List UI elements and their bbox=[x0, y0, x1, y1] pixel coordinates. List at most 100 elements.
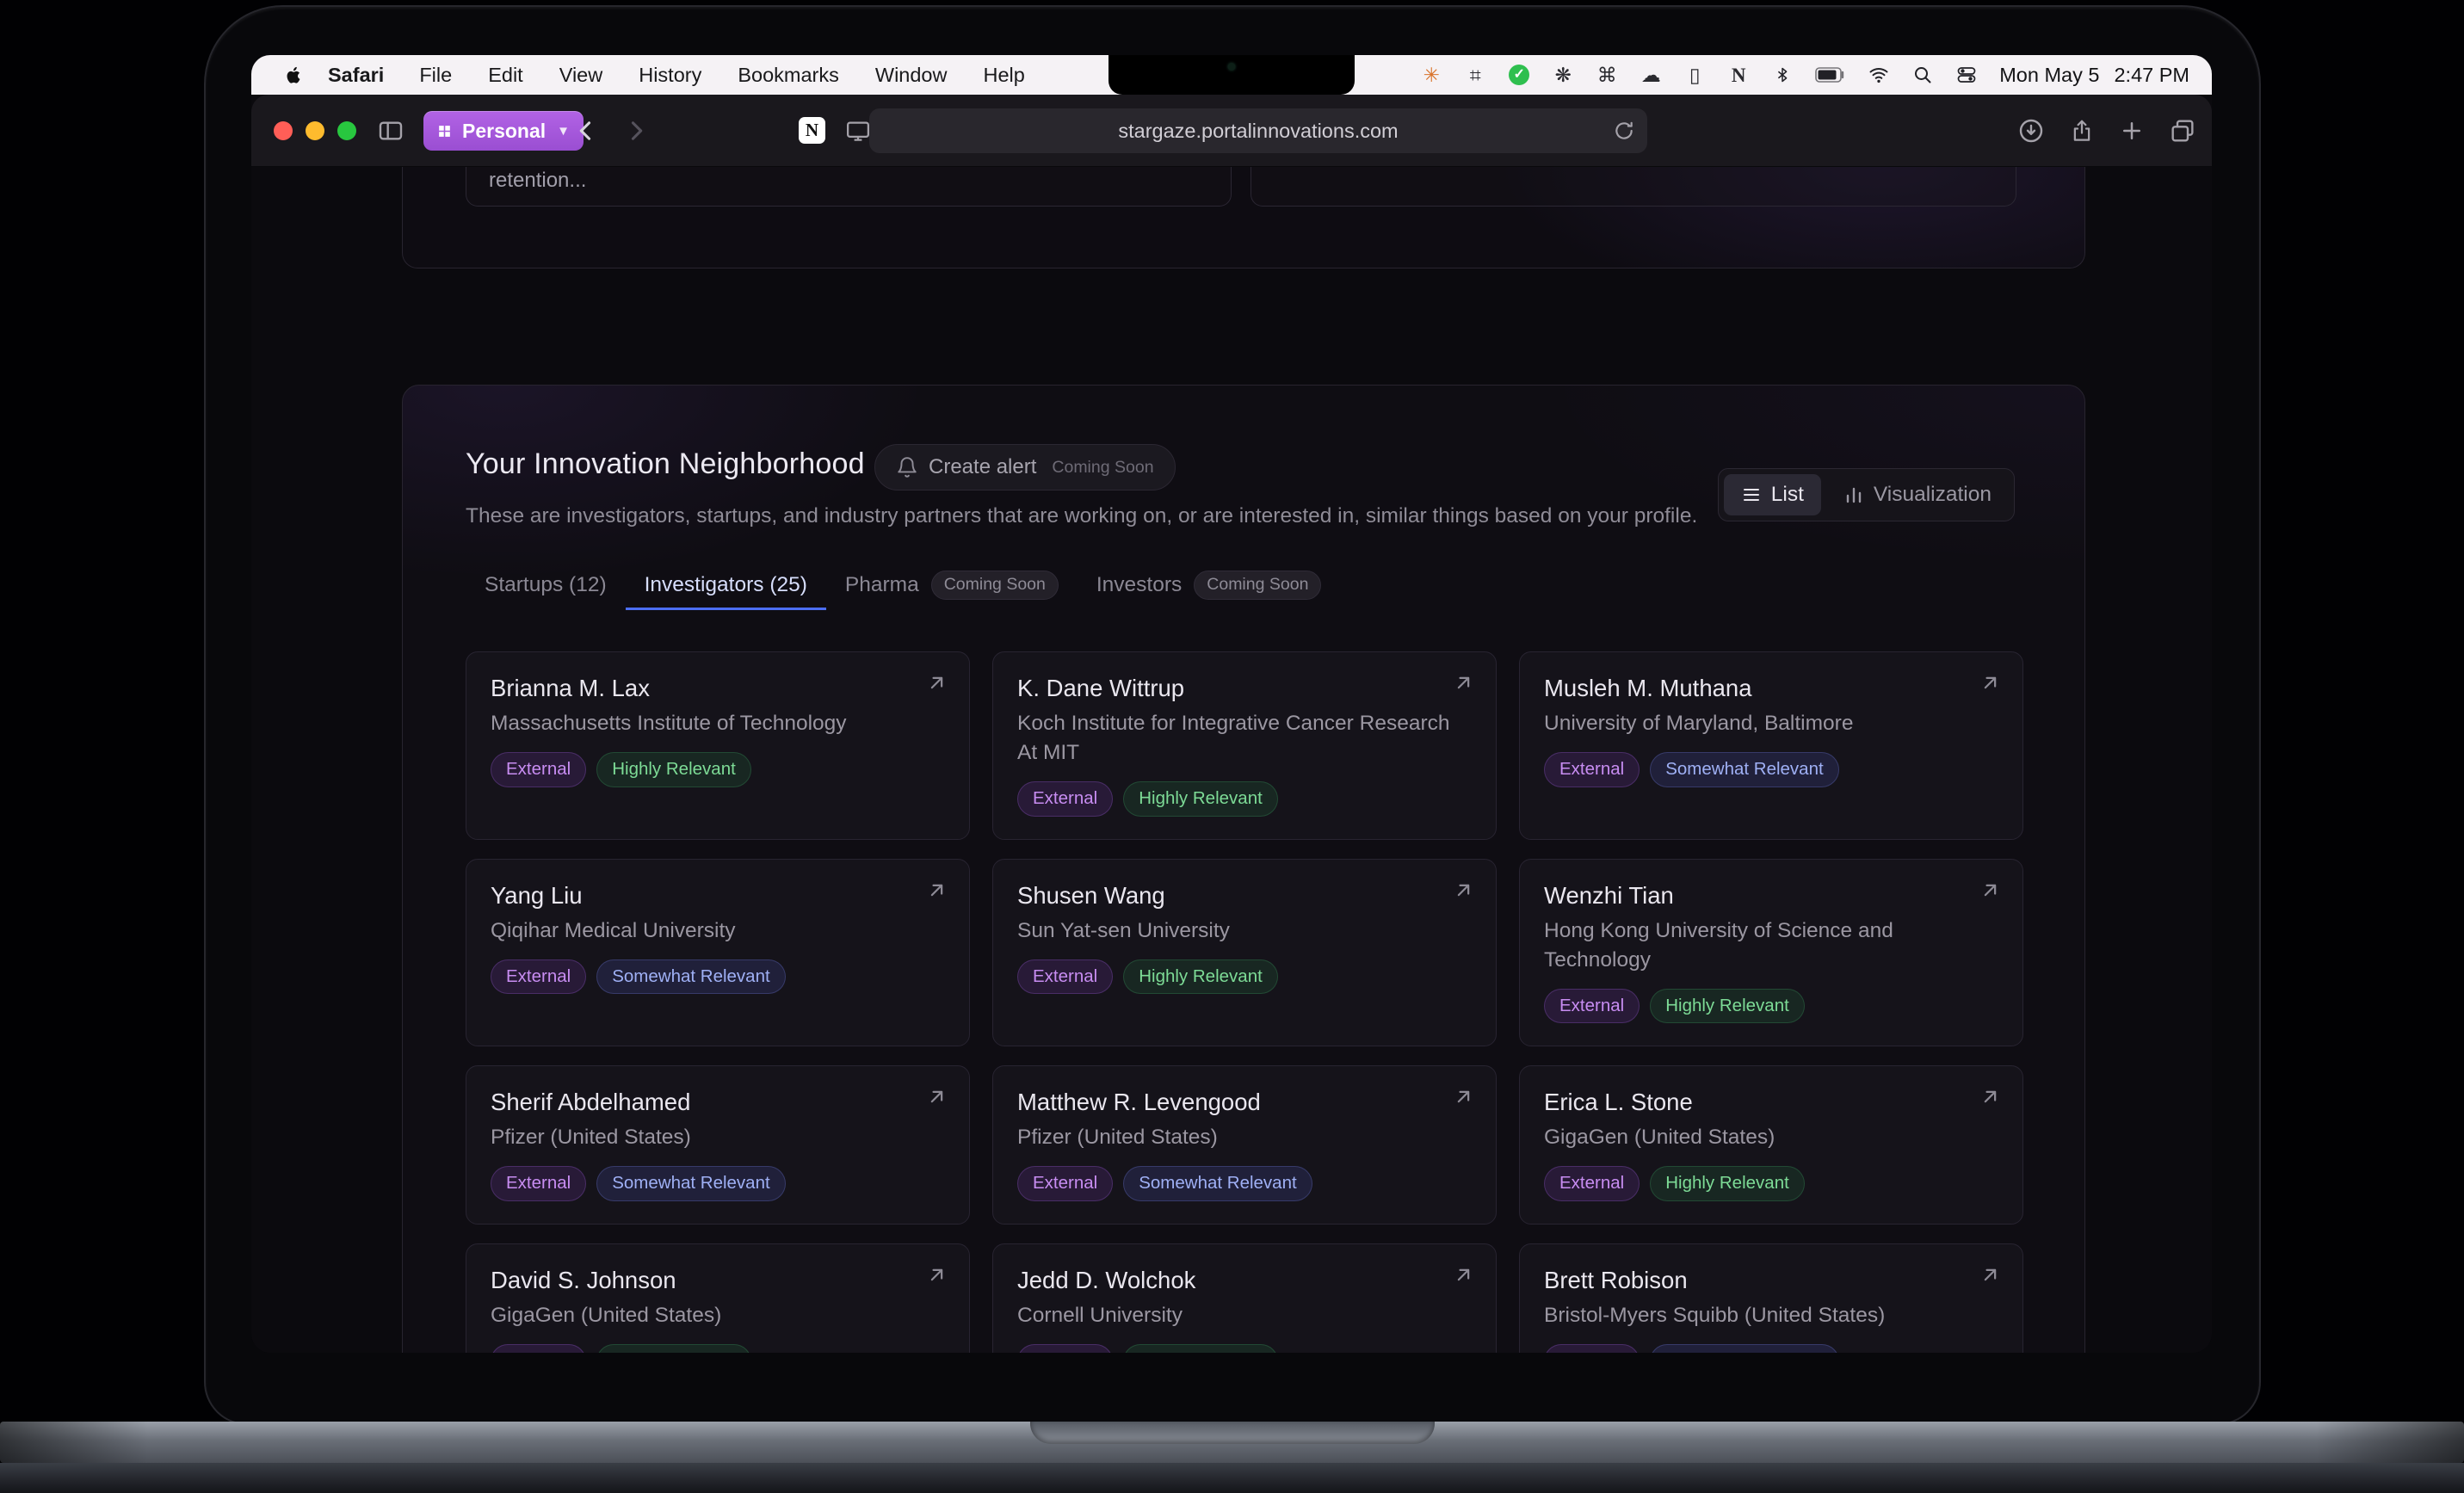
investigator-card[interactable]: Musleh M. Muthana University of Maryland… bbox=[1519, 651, 2023, 840]
menubar-app-icon-grid[interactable]: ⌗ bbox=[1464, 64, 1486, 86]
notion-extension-icon[interactable]: N bbox=[799, 117, 825, 144]
category-tab[interactable]: Investigators (25) bbox=[625, 563, 826, 610]
relevance-badge: Highly Relevant bbox=[1123, 959, 1278, 994]
investigator-card[interactable]: Shusen Wang Sun Yat-sen University Exter… bbox=[992, 858, 1497, 1046]
investigator-name: Wenzhi Tian bbox=[1544, 881, 1674, 909]
laptop-base-thumb-scoop bbox=[1029, 1422, 1435, 1444]
investigator-card[interactable]: Yang Liu Qiqihar Medical University Exte… bbox=[466, 858, 970, 1046]
tab-overview-icon[interactable] bbox=[2169, 117, 2196, 145]
sidebar-toggle-icon[interactable] bbox=[377, 117, 404, 145]
menubar-app-icon-dock[interactable]: ▯ bbox=[1683, 64, 1706, 86]
forward-button[interactable] bbox=[621, 116, 651, 145]
url-text: stargaze.portalinnovations.com bbox=[1118, 119, 1399, 142]
investigator-affiliation: Qiqihar Medical University bbox=[491, 918, 736, 942]
external-link-arrow-icon[interactable] bbox=[1452, 1263, 1475, 1286]
investigator-card[interactable]: Brett Robison Bristol-Myers Squibb (Unit… bbox=[1519, 1243, 2023, 1353]
external-link-arrow-icon[interactable] bbox=[925, 671, 948, 694]
menu-bar-item[interactable]: File bbox=[401, 64, 470, 87]
visualization-view-button[interactable]: Visualization bbox=[1826, 474, 2009, 515]
chevron-down-icon: ▼ bbox=[557, 123, 571, 139]
menubar-notion-icon[interactable]: N bbox=[1727, 64, 1750, 86]
external-link-arrow-icon[interactable] bbox=[1452, 1085, 1475, 1108]
external-link-arrow-icon[interactable] bbox=[1979, 1085, 2002, 1108]
downloads-icon[interactable] bbox=[2017, 117, 2045, 145]
investigator-card[interactable]: David S. Johnson GigaGen (United States)… bbox=[466, 1243, 970, 1353]
share-icon[interactable] bbox=[2069, 117, 2095, 145]
external-link-arrow-icon[interactable] bbox=[1452, 879, 1475, 902]
bluetooth-icon[interactable] bbox=[1771, 64, 1794, 86]
external-link-arrow-icon[interactable] bbox=[925, 879, 948, 902]
badge-row: External Highly Relevant bbox=[1544, 1166, 1998, 1201]
battery-icon[interactable] bbox=[1815, 64, 1846, 86]
list-view-label: List bbox=[1770, 483, 1804, 506]
zoom-window-button[interactable] bbox=[337, 121, 356, 140]
profile-button[interactable]: Personal ▼ bbox=[423, 111, 584, 151]
external-badge: External bbox=[491, 1343, 587, 1353]
visualization-view-label: Visualization bbox=[1873, 483, 1992, 506]
investigator-name: Musleh M. Muthana bbox=[1544, 675, 1752, 701]
menu-bar-item[interactable]: Bookmarks bbox=[719, 64, 857, 87]
relevance-badge: Somewhat Relevant bbox=[1650, 752, 1839, 787]
reload-icon[interactable] bbox=[1613, 120, 1635, 142]
tab-label: Pharma bbox=[844, 573, 919, 596]
investigator-affiliation: Koch Institute for Integrative Cancer Re… bbox=[1017, 712, 1450, 764]
close-window-button[interactable] bbox=[274, 121, 293, 140]
investigator-card[interactable]: Erica L. Stone GigaGen (United States) E… bbox=[1519, 1065, 2023, 1225]
new-tab-icon[interactable] bbox=[2119, 118, 2145, 144]
investigator-affiliation: Bristol-Myers Squibb (United States) bbox=[1544, 1303, 1886, 1327]
partial-top-card[interactable] bbox=[1251, 167, 2016, 207]
laptop-base-edge bbox=[0, 1463, 2464, 1493]
external-link-arrow-icon[interactable] bbox=[1979, 1263, 2002, 1286]
external-link-arrow-icon[interactable] bbox=[1979, 671, 2002, 694]
relevance-badge: Highly Relevant bbox=[1650, 988, 1805, 1023]
back-button[interactable] bbox=[571, 116, 601, 145]
screen-share-extension-icon[interactable] bbox=[845, 118, 871, 144]
relevance-badge: Somewhat Relevant bbox=[1123, 1166, 1312, 1201]
investigator-card[interactable]: Brianna M. Lax Massachusetts Institute o… bbox=[466, 651, 970, 840]
menu-bar-item[interactable]: Edit bbox=[470, 64, 541, 87]
investigator-card[interactable]: Matthew R. Levengood Pfizer (United Stat… bbox=[992, 1065, 1497, 1225]
menubar-app-icon-flower[interactable]: ❋ bbox=[1552, 64, 1574, 86]
category-tab[interactable]: Investors Coming Soon bbox=[1078, 563, 1341, 610]
menu-bar-item[interactable]: Help bbox=[965, 64, 1042, 87]
category-tab[interactable]: Startups (12) bbox=[466, 563, 626, 610]
partial-top-card[interactable]: retention... bbox=[466, 167, 1232, 207]
coming-soon-badge: Coming Soon bbox=[930, 571, 1059, 600]
menubar-app-icon-burst[interactable]: ✳ bbox=[1420, 64, 1442, 86]
investigator-affiliation: Hong Kong University of Science and Tech… bbox=[1544, 918, 1893, 972]
bar-chart-icon bbox=[1846, 487, 1862, 503]
address-bar[interactable]: stargaze.portalinnovations.com bbox=[869, 108, 1647, 153]
investigator-card-grid: Brianna M. Lax Massachusetts Institute o… bbox=[466, 651, 2023, 1353]
create-alert-button[interactable]: Create alert Coming Soon bbox=[874, 444, 1176, 490]
investigator-card[interactable]: Wenzhi Tian Hong Kong University of Scie… bbox=[1519, 858, 2023, 1046]
wifi-icon[interactable] bbox=[1868, 64, 1890, 86]
menu-bar-clock[interactable]: Mon May 5 2:47 PM bbox=[1999, 64, 2189, 87]
list-view-button[interactable]: List bbox=[1723, 474, 1821, 515]
external-link-arrow-icon[interactable] bbox=[925, 1263, 948, 1286]
category-tab[interactable]: Pharma Coming Soon bbox=[826, 563, 1078, 610]
external-link-arrow-icon[interactable] bbox=[1979, 879, 2002, 902]
menubar-app-icon-command[interactable]: ⌘ bbox=[1596, 64, 1618, 86]
apple-logo-icon[interactable] bbox=[284, 65, 304, 85]
investigator-card[interactable]: Sherif Abdelhamed Pfizer (United States)… bbox=[466, 1065, 970, 1225]
investigator-card[interactable]: K. Dane Wittrup Koch Institute for Integ… bbox=[992, 651, 1497, 840]
coming-soon-text: Coming Soon bbox=[1052, 457, 1154, 477]
external-badge: External bbox=[1017, 1166, 1114, 1201]
menubar-cloud-icon[interactable]: ☁ bbox=[1640, 64, 1662, 86]
external-badge: External bbox=[1544, 988, 1640, 1023]
external-link-arrow-icon[interactable] bbox=[1452, 671, 1475, 694]
menubar-app-icon-shield-check[interactable]: ✓ bbox=[1508, 64, 1530, 86]
minimize-window-button[interactable] bbox=[306, 121, 324, 140]
menu-bar-item[interactable]: View bbox=[541, 64, 621, 87]
external-badge: External bbox=[491, 959, 587, 994]
external-link-arrow-icon[interactable] bbox=[925, 1085, 948, 1108]
menu-app-name[interactable]: Safari bbox=[311, 64, 401, 87]
spotlight-search-icon[interactable] bbox=[1911, 64, 1934, 86]
investigator-card[interactable]: Jedd D. Wolchok Cornell University Exter… bbox=[992, 1243, 1497, 1353]
relevance-badge: Somewhat Relevant bbox=[596, 1166, 786, 1201]
window-controls bbox=[274, 121, 356, 140]
badge-row: External Somewhat Relevant bbox=[1544, 752, 1998, 787]
menu-bar-item[interactable]: History bbox=[621, 64, 719, 87]
control-center-icon[interactable] bbox=[1955, 64, 1978, 86]
menu-bar-item[interactable]: Window bbox=[857, 64, 966, 87]
